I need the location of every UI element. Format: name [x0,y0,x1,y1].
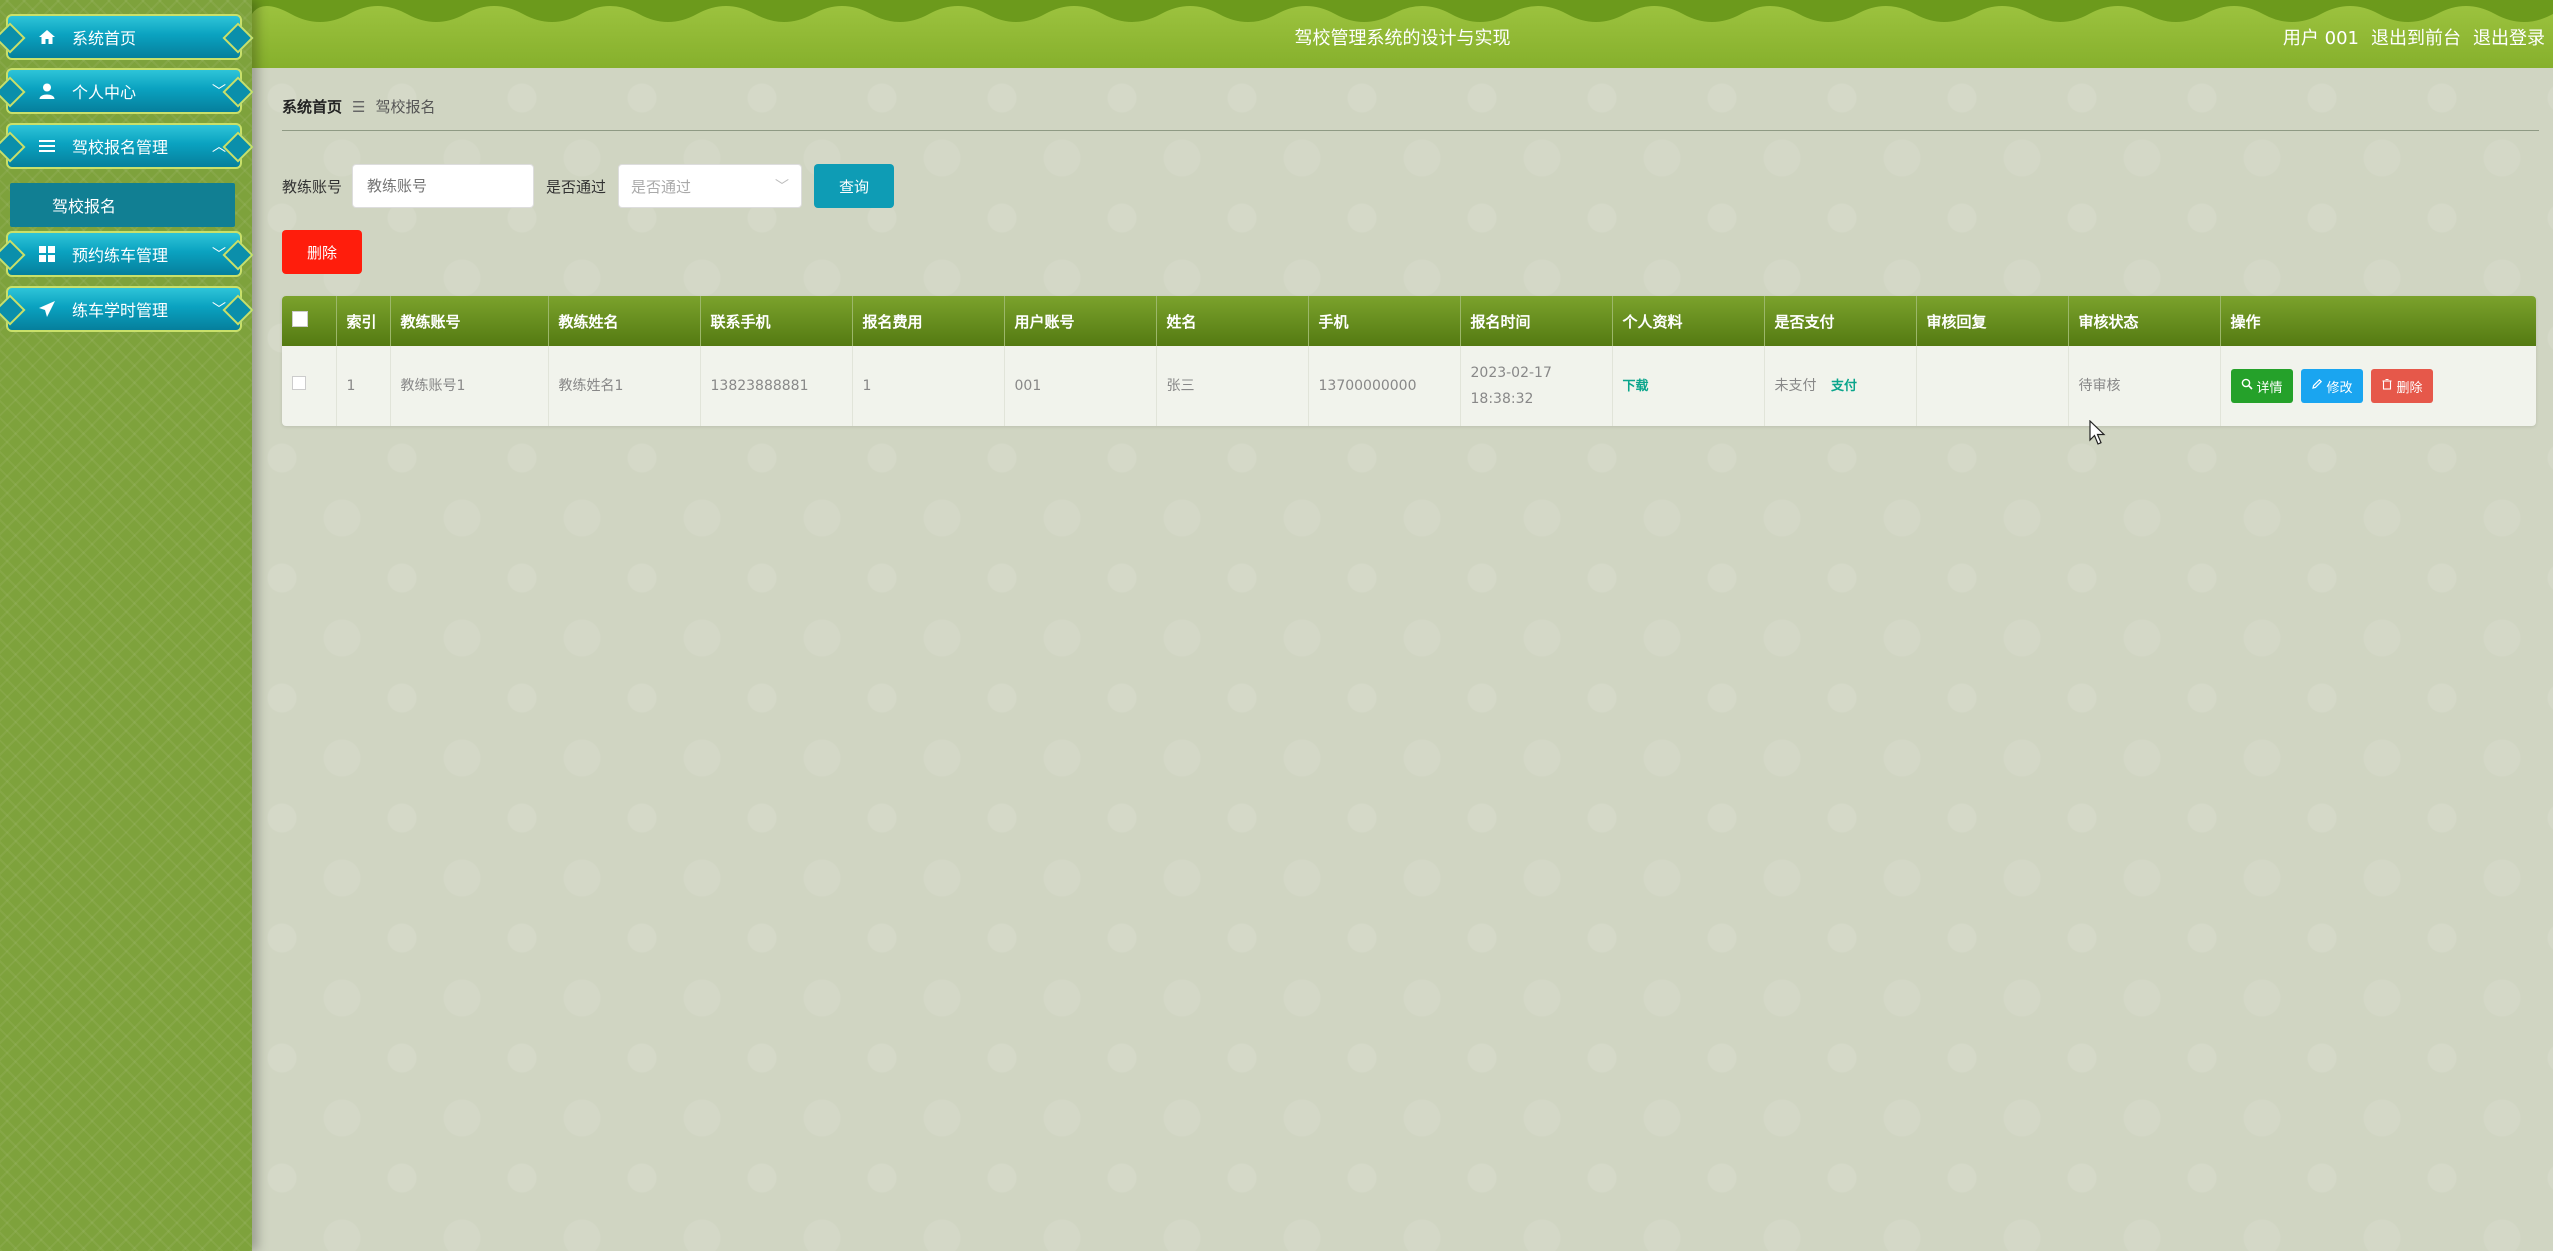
sidebar-item-booking-management[interactable]: 预约练车管理 ﹀ [6,231,242,277]
row-checkbox[interactable] [292,376,306,390]
column-header: 报名费用 [852,296,1005,346]
detail-button[interactable]: 详情 [2230,369,2293,403]
sidebar-item-label: 预约练车管理 [72,246,169,265]
detail-button-label: 详情 [2256,380,2283,396]
pass-status-label: 是否通过 [546,177,607,196]
column-header: 报名时间 [1460,296,1613,346]
column-header: 索引 [336,296,391,346]
select-all-cell [282,296,337,346]
column-header: 操作 [2220,296,2536,346]
delete-button[interactable]: 删除 [282,230,362,274]
sidebar-item-home[interactable]: 系统首页 [6,14,242,60]
pass-status-placeholder: 是否通过 [631,177,692,196]
pencil-icon [2311,378,2323,394]
select-all-checkbox[interactable] [292,311,308,327]
chevron-down-icon: ﹀ [212,302,226,318]
breadcrumb-home[interactable]: 系统首页 [282,96,342,117]
row-delete-button[interactable]: 删除 [2370,369,2433,403]
sidebar-subitem-label: 驾校报名 [52,197,117,216]
cell-contact-phone: 13823888881 [700,346,853,426]
column-header: 个人资料 [1612,296,1765,346]
coach-account-label: 教练账号 [282,177,343,196]
sidebar: 系统首页 个人中心 ﹀ 驾校报名管理 ︿ 驾校报名 预约练车管理 ﹀ 练车学时管… [0,0,252,1251]
cell-coach-account: 教练账号1 [390,346,549,426]
cell-review-reply [1916,346,2069,426]
home-icon [36,26,58,48]
chevron-down-icon: ﹀ [212,84,226,100]
breadcrumb-current: 驾校报名 [375,98,436,116]
user-icon [36,80,58,102]
logout-link[interactable]: 退出登录 [2473,24,2545,50]
sidebar-subitem-signup[interactable]: 驾校报名 [10,183,235,227]
chevron-up-icon: ︿ [212,139,226,155]
search-bar: 教练账号 是否通过 是否通过 ﹀ 查询 [282,164,895,208]
table-row: 1 教练账号1 教练姓名1 13823888881 1 001 张三 13700… [282,346,2536,426]
cell-paid-status: 未支付 支付 [1764,346,1917,426]
column-header: 用户账号 [1004,296,1157,346]
cell-name: 张三 [1156,346,1309,426]
current-user: 用户 001 [2282,28,2359,49]
cell-user-account: 001 [1004,346,1157,426]
table-header-row: 索引 教练账号 教练姓名 联系手机 报名费用 用户账号 姓名 手机 报名时间 个… [282,296,2536,346]
cell-review-status: 待审核 [2068,346,2221,426]
column-header: 审核状态 [2068,296,2221,346]
cell-coach-name: 教练姓名1 [548,346,701,426]
sidebar-item-label: 驾校报名管理 [72,138,169,157]
column-header: 教练账号 [390,296,549,346]
divider [282,130,2539,131]
column-header: 审核回复 [1916,296,2069,346]
column-header: 是否支付 [1764,296,1917,346]
cell-profile: 下载 [1612,346,1765,426]
row-delete-button-label: 删除 [2396,380,2423,396]
sidebar-item-label: 个人中心 [72,83,137,102]
cell-operations: 详情 修改 删除 [2220,346,2536,426]
sidebar-item-signup-management[interactable]: 驾校报名管理 ︿ [6,123,242,169]
cell-index: 1 [336,346,391,426]
column-header: 手机 [1308,296,1461,346]
back-to-front-link[interactable]: 退出到前台 [2371,24,2461,50]
main-content: 系统首页 ☰ 驾校报名 教练账号 是否通过 是否通过 ﹀ 查询 删除 索引 [252,68,2553,1251]
edit-button-label: 修改 [2326,380,2353,396]
grid-icon [36,243,58,265]
column-header: 联系手机 [700,296,853,346]
mouse-cursor-icon [2089,420,2106,445]
breadcrumb-separator-icon: ☰ [352,97,366,116]
chevron-down-icon: ﹀ [775,179,790,195]
list-icon [36,135,58,157]
query-button[interactable]: 查询 [814,164,895,208]
sidebar-item-label: 系统首页 [72,29,137,48]
row-select-cell [282,346,337,426]
cell-signup-time: 2023-02-17 18:38:32 [1460,346,1613,426]
search-icon [2241,378,2253,394]
edit-button[interactable]: 修改 [2300,369,2363,403]
chevron-down-icon: ﹀ [212,247,226,263]
page-title: 驾校管理系统的设计与实现 [1294,28,1511,49]
trash-icon [2381,378,2393,394]
top-header: 驾校管理系统的设计与实现 用户 001 退出到前台 退出登录 [252,0,2553,68]
download-link[interactable]: 下载 [1623,379,1649,394]
sidebar-item-label: 练车学时管理 [72,301,169,320]
sidebar-item-hours-management[interactable]: 练车学时管理 ﹀ [6,286,242,332]
pay-link[interactable]: 支付 [1831,379,1857,394]
column-header: 教练姓名 [548,296,701,346]
cell-fee: 1 [852,346,1005,426]
paid-status-text: 未支付 [1774,377,1817,394]
breadcrumb: 系统首页 ☰ 驾校报名 [282,96,435,117]
column-header: 姓名 [1156,296,1309,346]
paper-plane-icon [36,298,58,320]
cell-phone: 13700000000 [1308,346,1461,426]
pass-status-select[interactable]: 是否通过 ﹀ [618,164,803,208]
data-table: 索引 教练账号 教练姓名 联系手机 报名费用 用户账号 姓名 手机 报名时间 个… [282,296,2536,426]
sidebar-item-personal-center[interactable]: 个人中心 ﹀ [6,68,242,114]
coach-account-input[interactable] [352,164,535,208]
